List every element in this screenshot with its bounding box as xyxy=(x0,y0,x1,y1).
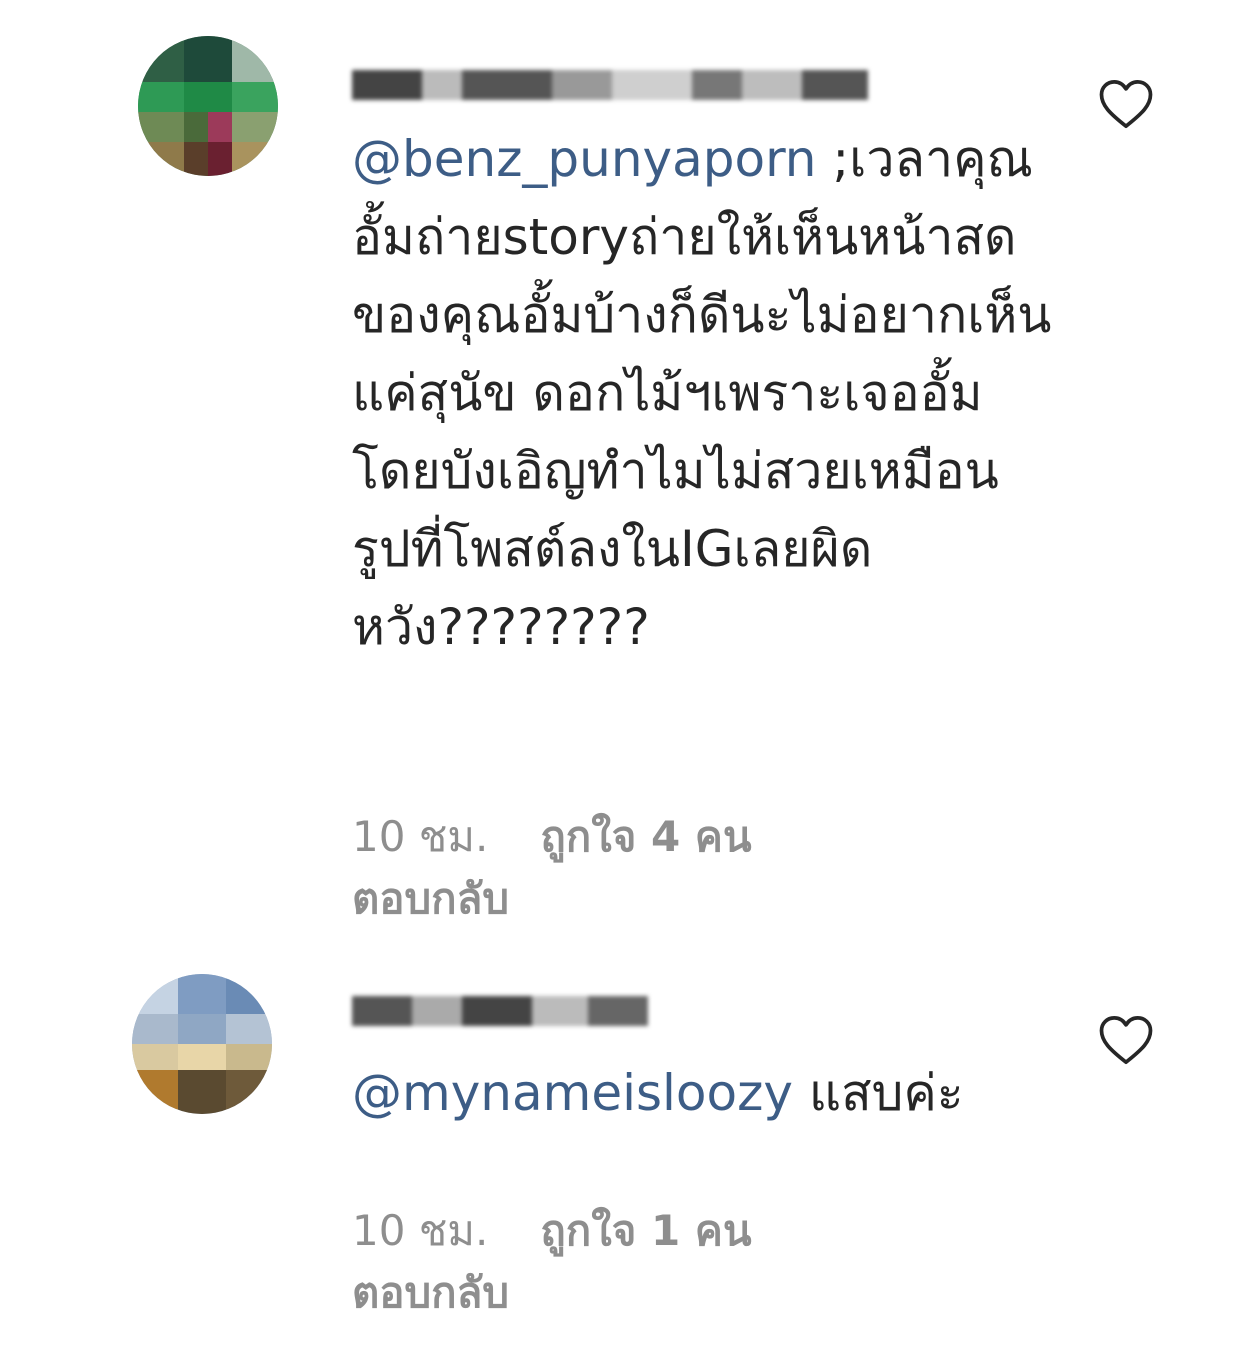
heart-outline-icon[interactable] xyxy=(1098,78,1154,130)
comment-text: @mynameisloozy แสบค่ะ xyxy=(352,1054,1052,1132)
comment-text: @benz_punyaporn ;เวลาคุณอั้มถ่ายstoryถ่า… xyxy=(352,120,1052,666)
timestamp[interactable]: 10 ชม. xyxy=(352,1206,488,1255)
comment-item: @benz_punyaporn ;เวลาคุณอั้มถ่ายstoryถ่า… xyxy=(0,0,1242,940)
comment-body: ;เวลาคุณอั้มถ่ายstoryถ่ายให้เห็นหน้าสดขอ… xyxy=(352,130,1052,656)
heart-outline-icon[interactable] xyxy=(1098,1014,1154,1066)
avatar[interactable] xyxy=(132,974,272,1114)
mention-link[interactable]: @mynameisloozy xyxy=(352,1064,793,1122)
mention-link[interactable]: @benz_punyaporn xyxy=(352,130,816,188)
likes-count[interactable]: ถูกใจ 4 คน xyxy=(540,812,751,861)
timestamp[interactable]: 10 ชม. xyxy=(352,812,488,861)
comment-meta: 10 ชม. ถูกใจ 1 คน xyxy=(352,1198,752,1264)
comment-item: @mynameisloozy แสบค่ะ 10 ชม. ถูกใจ 1 คน ต… xyxy=(0,940,1242,1346)
reply-button[interactable]: ตอบกลับ xyxy=(352,866,509,932)
avatar[interactable] xyxy=(138,36,278,176)
comment-body: แสบค่ะ xyxy=(792,1064,964,1122)
username-redacted[interactable] xyxy=(352,70,868,100)
comment-meta: 10 ชม. ถูกใจ 4 คน xyxy=(352,804,752,870)
likes-count[interactable]: ถูกใจ 1 คน xyxy=(540,1206,751,1255)
reply-button[interactable]: ตอบกลับ xyxy=(352,1260,509,1326)
username-redacted[interactable] xyxy=(352,996,648,1026)
